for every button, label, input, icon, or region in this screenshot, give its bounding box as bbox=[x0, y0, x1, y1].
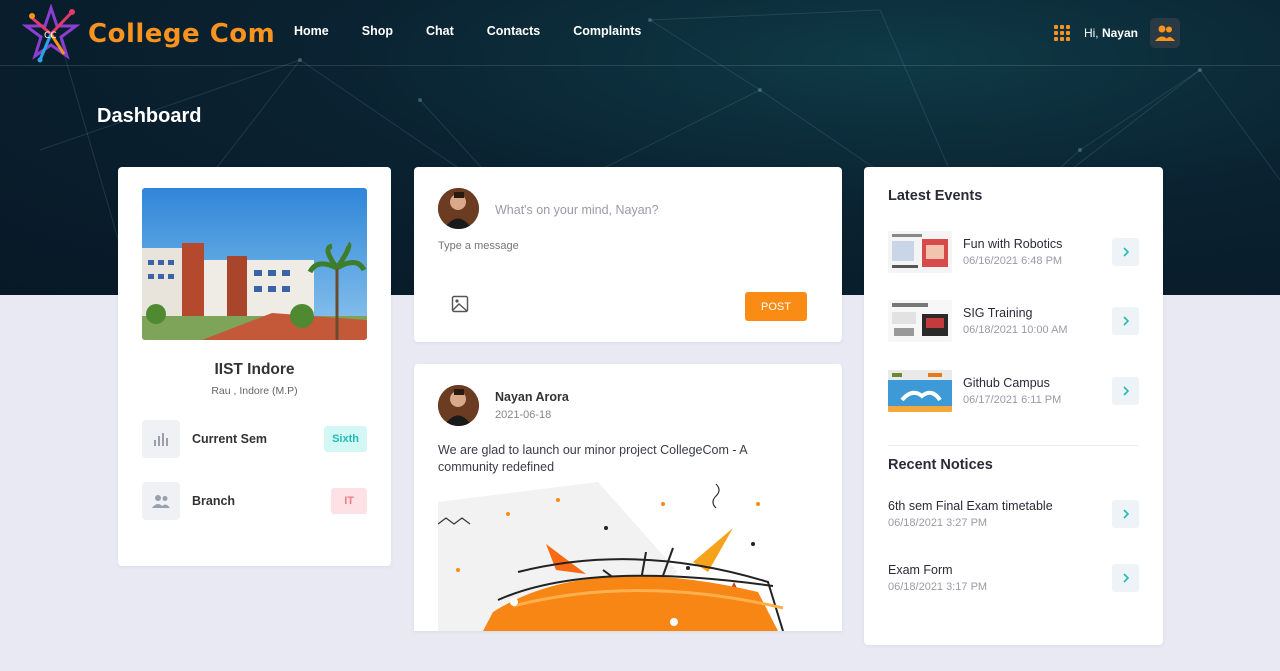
apps-grid-icon[interactable] bbox=[1053, 25, 1070, 41]
branch-badge: IT bbox=[331, 488, 367, 514]
author-avatar bbox=[438, 385, 479, 426]
college-profile-card: IIST Indore Rau , Indore (M.P) Current S… bbox=[118, 167, 391, 566]
event-open-button[interactable] bbox=[1112, 377, 1139, 405]
nav-chat[interactable]: Chat bbox=[426, 24, 454, 38]
event-date: 06/18/2021 10:00 AM bbox=[963, 324, 1068, 336]
top-navbar: CC College Com Home Shop Chat Contacts C… bbox=[0, 0, 1280, 66]
event-date: 06/17/2021 6:11 PM bbox=[963, 394, 1062, 406]
college-location: Rau , Indore (M.P) bbox=[211, 385, 298, 397]
post-date: 2021-06-18 bbox=[495, 409, 552, 421]
event-item[interactable]: Github Campus 06/17/2021 6:11 PM bbox=[888, 370, 1139, 412]
brand-name: College Com bbox=[88, 19, 276, 49]
post-illustration bbox=[437, 482, 819, 631]
event-thumbnail bbox=[888, 300, 952, 342]
current-sem-row: Current Sem Sixth bbox=[142, 420, 367, 458]
feed-post-card: Nayan Arora 2021-06-18 We are glad to la… bbox=[414, 364, 842, 631]
recent-notices-title: Recent Notices bbox=[888, 457, 993, 473]
message-input[interactable] bbox=[438, 240, 819, 276]
current-sem-badge: Sixth bbox=[324, 426, 367, 452]
event-thumbnail bbox=[888, 231, 952, 273]
bar-chart-icon bbox=[142, 420, 180, 458]
chevron-right-icon bbox=[1122, 247, 1129, 257]
composer-avatar bbox=[438, 188, 479, 229]
users-icon bbox=[1155, 25, 1175, 41]
nav-home[interactable]: Home bbox=[294, 24, 329, 38]
notice-open-button[interactable] bbox=[1112, 500, 1139, 528]
notice-item[interactable]: Exam Form 06/18/2021 3:17 PM bbox=[888, 561, 1139, 595]
post-composer: What's on your mind, Nayan? POST bbox=[414, 167, 842, 342]
user-greeting: Hi, Nayan bbox=[1083, 26, 1138, 40]
post-button[interactable]: POST bbox=[745, 292, 807, 321]
post-text: We are glad to launch our minor project … bbox=[438, 443, 747, 474]
brand-logo[interactable]: CC College Com bbox=[22, 4, 275, 64]
notice-item[interactable]: 6th sem Final Exam timetable 06/18/2021 … bbox=[888, 497, 1139, 531]
main-nav: Home Shop Chat Contacts Complaints bbox=[294, 24, 674, 38]
nav-complaints[interactable]: Complaints bbox=[573, 24, 641, 38]
notice-date: 06/18/2021 3:27 PM bbox=[888, 517, 988, 529]
event-item[interactable]: Fun with Robotics 06/16/2021 6:48 PM bbox=[888, 231, 1139, 273]
branch-label: Branch bbox=[192, 494, 236, 508]
event-title: Fun with Robotics bbox=[963, 237, 1063, 251]
event-open-button[interactable] bbox=[1112, 238, 1139, 266]
chevron-right-icon bbox=[1122, 386, 1129, 396]
chevron-right-icon bbox=[1122, 573, 1129, 583]
nav-contacts[interactable]: Contacts bbox=[487, 24, 540, 38]
event-item[interactable]: SIG Training 06/18/2021 10:00 AM bbox=[888, 300, 1139, 342]
current-sem-label: Current Sem bbox=[192, 432, 268, 446]
event-date: 06/16/2021 6:48 PM bbox=[963, 255, 1063, 267]
latest-events-title: Latest Events bbox=[888, 188, 983, 204]
notice-date: 06/18/2021 3:17 PM bbox=[888, 581, 988, 593]
image-upload-icon[interactable] bbox=[451, 295, 469, 313]
chevron-right-icon bbox=[1122, 509, 1129, 519]
nav-shop[interactable]: Shop bbox=[362, 24, 393, 38]
events-notices-card: Latest Events Fun with Robotics 06/16/20… bbox=[864, 167, 1163, 645]
composer-prompt[interactable]: What's on your mind, Nayan? bbox=[495, 203, 659, 217]
logo-star-icon: CC bbox=[22, 4, 80, 63]
event-title: SIG Training bbox=[963, 306, 1033, 320]
section-divider bbox=[888, 445, 1139, 446]
page-title: Dashboard bbox=[97, 105, 202, 127]
notice-title: Exam Form bbox=[888, 563, 953, 577]
logo-initials: CC bbox=[44, 31, 57, 41]
branch-row: Branch IT bbox=[142, 482, 367, 520]
user-name: Nayan bbox=[1101, 26, 1138, 40]
post-author[interactable]: Nayan Arora bbox=[495, 390, 569, 404]
user-menu-button[interactable] bbox=[1150, 18, 1180, 48]
notice-open-button[interactable] bbox=[1112, 564, 1139, 592]
user-area: Hi, Nayan bbox=[1053, 18, 1180, 48]
notice-title: 6th sem Final Exam timetable bbox=[888, 499, 1053, 513]
event-title: Github Campus bbox=[963, 376, 1050, 390]
college-photo bbox=[142, 188, 367, 340]
chevron-right-icon bbox=[1122, 316, 1129, 326]
group-icon bbox=[142, 482, 180, 520]
college-name: IIST Indore bbox=[214, 361, 295, 378]
event-thumbnail bbox=[888, 370, 952, 412]
event-open-button[interactable] bbox=[1112, 307, 1139, 335]
